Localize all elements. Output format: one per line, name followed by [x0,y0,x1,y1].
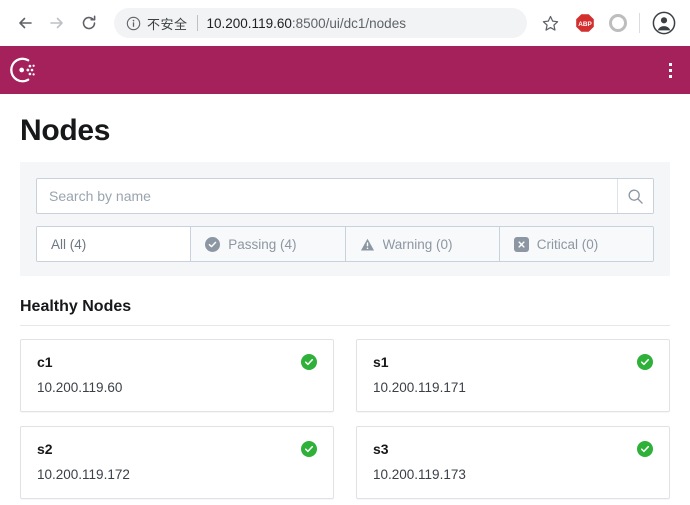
url-path: :8500/ui/dc1/nodes [291,15,406,31]
tab-passing[interactable]: Passing (4) [191,227,346,261]
consul-logo-icon[interactable] [8,52,44,88]
node-name: s2 [37,441,53,457]
omnibox-divider [196,15,198,31]
bookmark-star-icon[interactable] [535,8,565,38]
tab-passing-label: Passing (4) [228,236,297,252]
node-card[interactable]: c1 10.200.119.60 [20,339,334,412]
node-card-header: s3 [373,441,653,457]
app-menu-icon[interactable] [660,59,680,81]
node-card[interactable]: s3 10.200.119.173 [356,426,670,499]
toolbar-divider [639,13,640,33]
status-passing-icon [637,354,653,370]
node-address: 10.200.119.171 [373,380,466,395]
search-bar [36,178,654,214]
info-icon[interactable] [126,16,141,31]
kebab-dot [668,62,672,66]
node-list: c1 10.200.119.60 s1 10.200.119.171 s2 10… [20,339,670,499]
tab-critical-label: Critical (0) [536,236,599,252]
status-passing-icon [301,441,317,457]
node-card[interactable]: s2 10.200.119.172 [20,426,334,499]
page-title: Nodes [20,114,111,147]
tab-critical[interactable]: Critical (0) [499,227,653,261]
app-header [0,46,690,94]
section-divider [20,325,670,326]
node-card-header: s1 [373,354,653,370]
kebab-dot [668,74,672,78]
node-address: 10.200.119.173 [373,467,466,482]
node-name: s1 [373,354,389,370]
status-filter-tabs: All (4) Passing (4) Warning (0) Critical… [36,226,654,262]
security-label: 不安全 [147,16,188,32]
node-address: 10.200.119.172 [37,467,130,482]
tab-all[interactable]: All (4) [37,227,192,261]
url-text: 10.200.119.60:8500/ui/dc1/nodes [207,16,406,31]
url-host: 10.200.119.60 [206,15,292,31]
node-name: s3 [373,441,389,457]
profile-avatar[interactable] [652,11,676,35]
node-card[interactable]: s1 10.200.119.171 [356,339,670,412]
tab-warning[interactable]: Warning (0) [345,227,500,261]
status-passing-icon [301,354,317,370]
search-input[interactable] [37,179,617,213]
svg-text:ABP: ABP [578,21,592,28]
address-bar[interactable]: 不安全 10.200.119.60:8500/ui/dc1/nodes [114,8,527,38]
adblock-plus-icon[interactable]: ABP [575,13,595,33]
warning-triangle-icon [360,237,375,252]
section-title: Healthy Nodes [20,298,132,315]
extension-icon[interactable] [609,14,627,32]
browser-toolbar: 不安全 10.200.119.60:8500/ui/dc1/nodes ABP [0,0,690,46]
reload-button[interactable] [74,8,104,38]
forward-button[interactable] [42,8,72,38]
kebab-dot [668,68,672,72]
node-card-header: s2 [37,441,317,457]
x-square-icon [513,236,529,252]
node-address: 10.200.119.60 [37,380,123,395]
page-content: Nodes All (4) Passing (4) [0,114,690,499]
check-circle-icon [205,236,221,252]
status-passing-icon [637,441,653,457]
tab-warning-label: Warning (0) [382,236,453,252]
back-button[interactable] [10,8,40,38]
search-button[interactable] [617,179,653,213]
node-card-header: c1 [37,354,317,370]
tab-all-label: All (4) [51,236,87,252]
node-name: c1 [37,354,53,370]
filter-panel: All (4) Passing (4) Warning (0) [20,162,670,276]
